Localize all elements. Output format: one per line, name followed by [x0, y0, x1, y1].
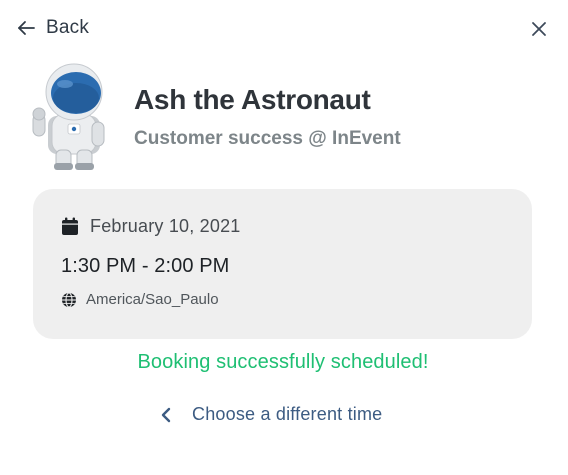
host-role: Customer success @ InEvent [134, 128, 401, 149]
close-button[interactable] [528, 18, 550, 40]
globe-icon [61, 291, 77, 308]
choose-different-time-label: Choose a different time [192, 404, 383, 424]
back-button[interactable]: Back [16, 16, 89, 40]
choose-different-time-button[interactable]: Choose a different time [160, 404, 382, 425]
host-name: Ash the Astronaut [134, 84, 371, 115]
booking-timezone-row: America/Sao_Paulo [61, 291, 219, 308]
booking-date: February 10, 2021 [90, 216, 241, 236]
chevron-left-icon [160, 407, 172, 423]
close-icon [528, 18, 550, 40]
astronaut-avatar [30, 62, 116, 172]
arrow-left-icon [16, 18, 36, 38]
booking-status-message: Booking successfully scheduled! [137, 351, 429, 373]
calendar-icon [61, 217, 79, 236]
booking-time-range: 1:30 PM - 2:00 PM [61, 255, 230, 277]
booking-date-row: February 10, 2021 [61, 216, 241, 237]
booking-timezone: America/Sao_Paulo [86, 291, 219, 308]
booking-details-card: February 10, 2021 1:30 PM - 2:00 PM Amer… [33, 189, 532, 339]
back-label: Back [46, 17, 90, 38]
booking-time-row: 1:30 PM - 2:00 PM [61, 255, 229, 278]
